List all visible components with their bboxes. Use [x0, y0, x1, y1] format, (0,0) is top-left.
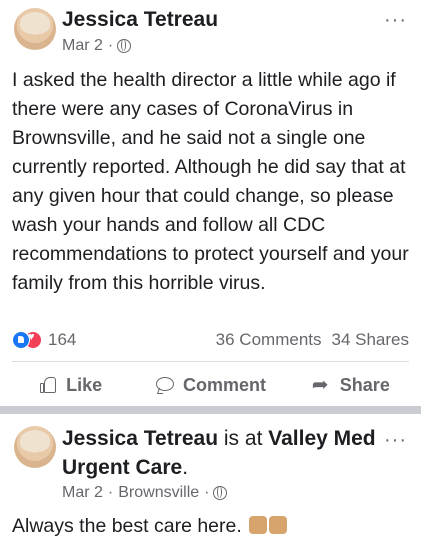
reactions-icon[interactable]: [12, 331, 42, 349]
share-label: Share: [339, 374, 390, 395]
comments-count[interactable]: 36 Comments: [216, 330, 322, 350]
post-card: Jessica Tetreau is at Valley Med Urgent …: [0, 414, 421, 548]
author-name[interactable]: Jessica Tetreau: [62, 8, 218, 32]
post-meta: Mar 2 ·: [62, 37, 132, 55]
divider: [12, 361, 409, 362]
comment-icon: [155, 375, 175, 395]
comment-label: Comment: [182, 374, 266, 395]
post-text-row: Always the best care here.: [12, 512, 411, 541]
share-button[interactable]: Share: [281, 372, 421, 397]
post-header: Jessica Tetreau is at Valley Med Urgent …: [62, 427, 376, 479]
post-date[interactable]: Mar 2: [62, 484, 103, 502]
author-name[interactable]: Jessica Tetreau: [62, 427, 218, 450]
globe-icon: [213, 486, 228, 500]
author-avatar[interactable]: [14, 426, 56, 468]
author-avatar[interactable]: [14, 8, 56, 50]
more-options-icon[interactable]: ···: [384, 430, 407, 450]
reaction-count[interactable]: 164: [48, 330, 76, 350]
post-location[interactable]: Brownsville: [118, 484, 199, 502]
thumbs-up-emoji-icon: [269, 516, 288, 534]
share-icon: [312, 372, 332, 397]
feed-separator: [0, 406, 421, 414]
checkin-connector: is at: [223, 427, 263, 450]
thumbs-up-icon: [38, 375, 58, 395]
comment-button[interactable]: Comment: [140, 375, 280, 396]
post-stats: 164 36 Comments 34 Shares: [12, 328, 409, 352]
like-button[interactable]: Like: [0, 375, 140, 396]
raised-hands-emoji-icon: [249, 516, 268, 534]
like-label: Like: [66, 374, 103, 395]
globe-icon: [117, 39, 132, 53]
post-text: I asked the health director a little whi…: [12, 69, 409, 294]
post-actions: Like Comment Share: [0, 368, 421, 402]
shares-count[interactable]: 34 Shares: [332, 330, 410, 350]
post-date[interactable]: Mar 2: [62, 37, 103, 55]
post-meta: Mar 2 · Brownsville ·: [62, 484, 228, 502]
like-reaction-icon: [12, 331, 30, 349]
more-options-icon[interactable]: ···: [384, 10, 407, 30]
post-card: Jessica Tetreau Mar 2 · ··· I asked the …: [0, 0, 421, 406]
post-text: Always the best care here.: [12, 515, 242, 537]
